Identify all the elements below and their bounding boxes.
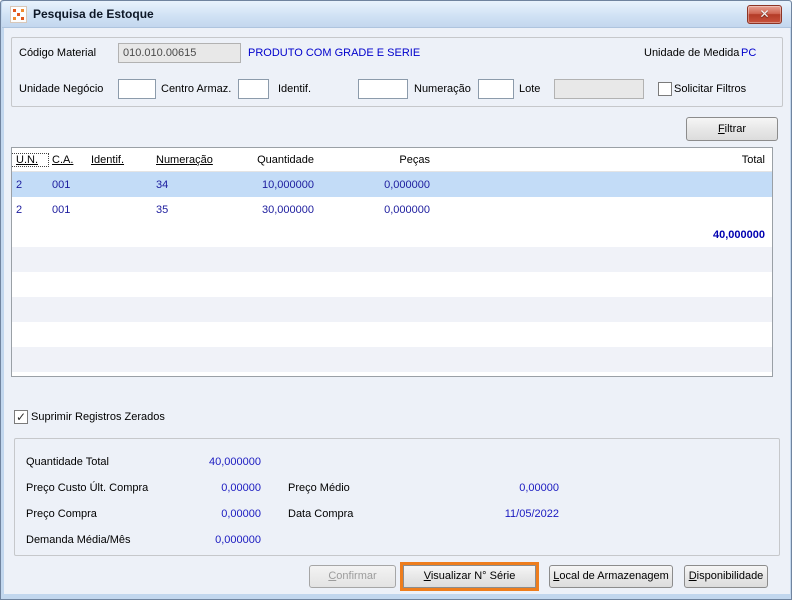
confirmar-rest: onfirmar bbox=[336, 570, 376, 582]
cell-numeracao: 34 bbox=[152, 179, 217, 191]
close-button[interactable]: ✕ bbox=[747, 5, 782, 24]
table-total-value: 40,000000 bbox=[440, 229, 772, 241]
cell-pecas: 0,000000 bbox=[320, 179, 440, 191]
codigo-material-label: Código Material bbox=[19, 43, 96, 63]
table-header-row: U.N. C.A. Identif. Numeração Quantidade … bbox=[12, 148, 772, 172]
filtrar-rest: iltrar bbox=[725, 123, 746, 135]
empty-row bbox=[12, 247, 772, 272]
data-compra-label: Data Compra bbox=[288, 504, 353, 524]
preco-medio-value: 0,00000 bbox=[431, 478, 559, 498]
centro-armaz-label: Centro Armaz. bbox=[161, 79, 231, 99]
quantidade-total-value: 40,000000 bbox=[141, 452, 261, 472]
cell-quantidade: 30,000000 bbox=[217, 204, 320, 216]
cell-un: 2 bbox=[12, 179, 48, 191]
lote-input[interactable] bbox=[554, 79, 644, 99]
empty-row bbox=[12, 347, 772, 372]
window-title: Pesquisa de Estoque bbox=[33, 7, 154, 21]
local-rest: ocal de Armazenagem bbox=[559, 570, 668, 582]
preco-medio-label: Preço Médio bbox=[288, 478, 350, 498]
preco-compra-value: 0,00000 bbox=[141, 504, 261, 524]
preco-compra-label: Preço Compra bbox=[26, 504, 97, 524]
unidade-negocio-input[interactable] bbox=[118, 79, 156, 99]
close-icon: ✕ bbox=[759, 7, 769, 21]
codigo-material-input[interactable] bbox=[118, 43, 241, 63]
app-icon bbox=[10, 6, 27, 23]
identif-label: Identif. bbox=[278, 79, 311, 99]
filtrar-button[interactable]: Filtrar bbox=[686, 117, 778, 141]
empty-row bbox=[12, 272, 772, 297]
cell-numeracao: 35 bbox=[152, 204, 217, 216]
centro-armaz-input[interactable] bbox=[238, 79, 269, 99]
table-row[interactable]: 2 001 35 30,000000 0,000000 bbox=[12, 197, 772, 222]
unidade-medida-value: PC bbox=[741, 43, 756, 63]
disponibilidade-button[interactable]: Disponibilidade bbox=[684, 565, 768, 588]
disponibilidade-accel: D bbox=[689, 570, 697, 582]
preco-custo-label: Preço Custo Últ. Compra bbox=[26, 478, 148, 498]
unidade-negocio-label: Unidade Negócio bbox=[19, 79, 103, 99]
unidade-medida-label: Unidade de Medida bbox=[644, 43, 739, 63]
filtrar-accel: F bbox=[718, 123, 725, 135]
solicitar-filtros-label: Solicitar Filtros bbox=[674, 79, 746, 99]
suprimir-registros-checkbox[interactable]: ✓ bbox=[14, 410, 28, 424]
column-header-total: Total bbox=[440, 154, 772, 166]
column-header-un[interactable]: U.N. bbox=[12, 154, 48, 166]
cell-ca: 001 bbox=[48, 204, 87, 216]
dialog-pesquisa-de-estoque: Pesquisa de Estoque ✕ Código Material PR… bbox=[0, 0, 792, 600]
column-header-ca[interactable]: C.A. bbox=[48, 154, 87, 166]
identif-input[interactable] bbox=[358, 79, 408, 99]
disponibilidade-rest: isponibilidade bbox=[697, 570, 764, 582]
solicitar-filtros-checkbox[interactable] bbox=[658, 82, 672, 96]
cell-ca: 001 bbox=[48, 179, 87, 191]
annotation-highlight: Visualizar N° Série bbox=[400, 562, 539, 591]
confirmar-button[interactable]: Confirmar bbox=[309, 565, 396, 588]
check-icon: ✓ bbox=[15, 411, 27, 423]
preco-custo-value: 0,00000 bbox=[141, 478, 261, 498]
suprimir-registros-label: Suprimir Registros Zerados bbox=[31, 407, 165, 427]
cell-pecas: 0,000000 bbox=[320, 204, 440, 216]
column-header-identif[interactable]: Identif. bbox=[87, 154, 152, 166]
produto-descricao: PRODUTO COM GRADE E SERIE bbox=[248, 43, 420, 63]
numeracao-label: Numeração bbox=[414, 79, 471, 99]
cell-un: 2 bbox=[12, 204, 48, 216]
column-header-pecas: Peças bbox=[320, 154, 440, 166]
column-header-quantidade: Quantidade bbox=[217, 154, 320, 166]
visualizar-serie-button[interactable]: Visualizar N° Série bbox=[403, 565, 536, 588]
lote-label: Lote bbox=[519, 79, 540, 99]
local-armazenagem-button[interactable]: Local de Armazenagem bbox=[549, 565, 673, 588]
visualizar-rest: isualizar N° Série bbox=[431, 570, 515, 582]
results-table: U.N. C.A. Identif. Numeração Quantidade … bbox=[11, 147, 773, 377]
demanda-media-value: 0,000000 bbox=[141, 530, 261, 550]
empty-row bbox=[12, 322, 772, 347]
empty-row bbox=[12, 297, 772, 322]
numeracao-input[interactable] bbox=[478, 79, 514, 99]
column-header-numeracao[interactable]: Numeração bbox=[152, 154, 217, 166]
titlebar: Pesquisa de Estoque ✕ bbox=[2, 1, 791, 28]
demanda-media-label: Demanda Média/Mês bbox=[26, 530, 131, 550]
table-row[interactable]: 2 001 34 10,000000 0,000000 bbox=[12, 172, 772, 197]
visualizar-accel: V bbox=[424, 570, 431, 582]
data-compra-value: 11/05/2022 bbox=[431, 504, 559, 524]
table-total-row: 40,000000 bbox=[12, 222, 772, 247]
cell-quantidade: 10,000000 bbox=[217, 179, 320, 191]
quantidade-total-label: Quantidade Total bbox=[26, 452, 109, 472]
